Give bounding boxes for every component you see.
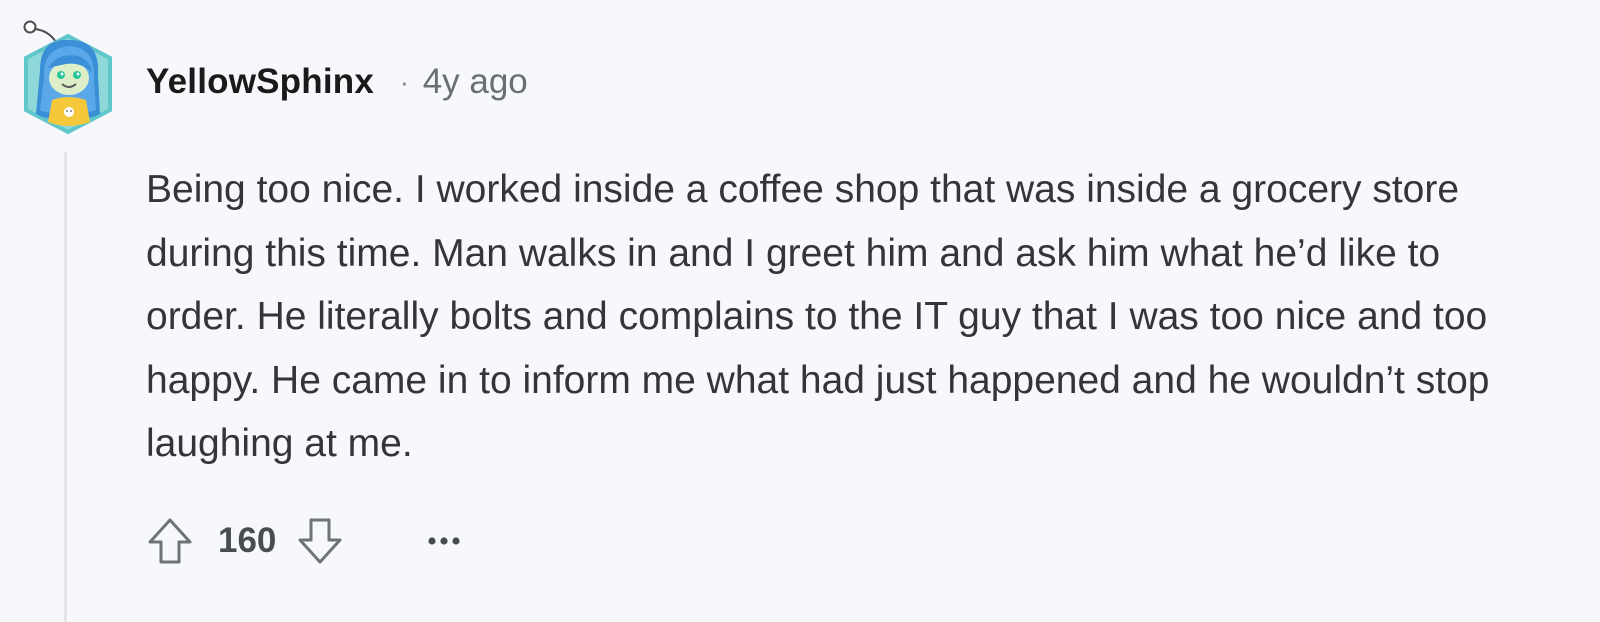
arrow-up-icon [148,518,192,564]
vote-score: 160 [218,521,277,560]
comment: YellowSphinx · 4y ago Being too nice. I … [0,0,1600,622]
avatar[interactable] [18,18,118,136]
username[interactable]: YellowSphinx [146,62,374,102]
more-options-button[interactable] [414,511,474,571]
comment-body: Being too nice. I worked inside a coffee… [146,168,1490,465]
snoo-avatar-icon [23,20,112,135]
downvote-button[interactable] [290,511,350,571]
separator-dot: · [400,66,409,97]
comment-header: YellowSphinx · 4y ago [146,58,528,106]
arrow-down-icon [298,518,342,564]
comment-actions: 160 [140,510,474,572]
thread-line[interactable] [64,152,67,622]
timestamp[interactable]: 4y ago [423,62,528,102]
upvote-button[interactable] [140,511,200,571]
more-options-icon [428,537,461,545]
